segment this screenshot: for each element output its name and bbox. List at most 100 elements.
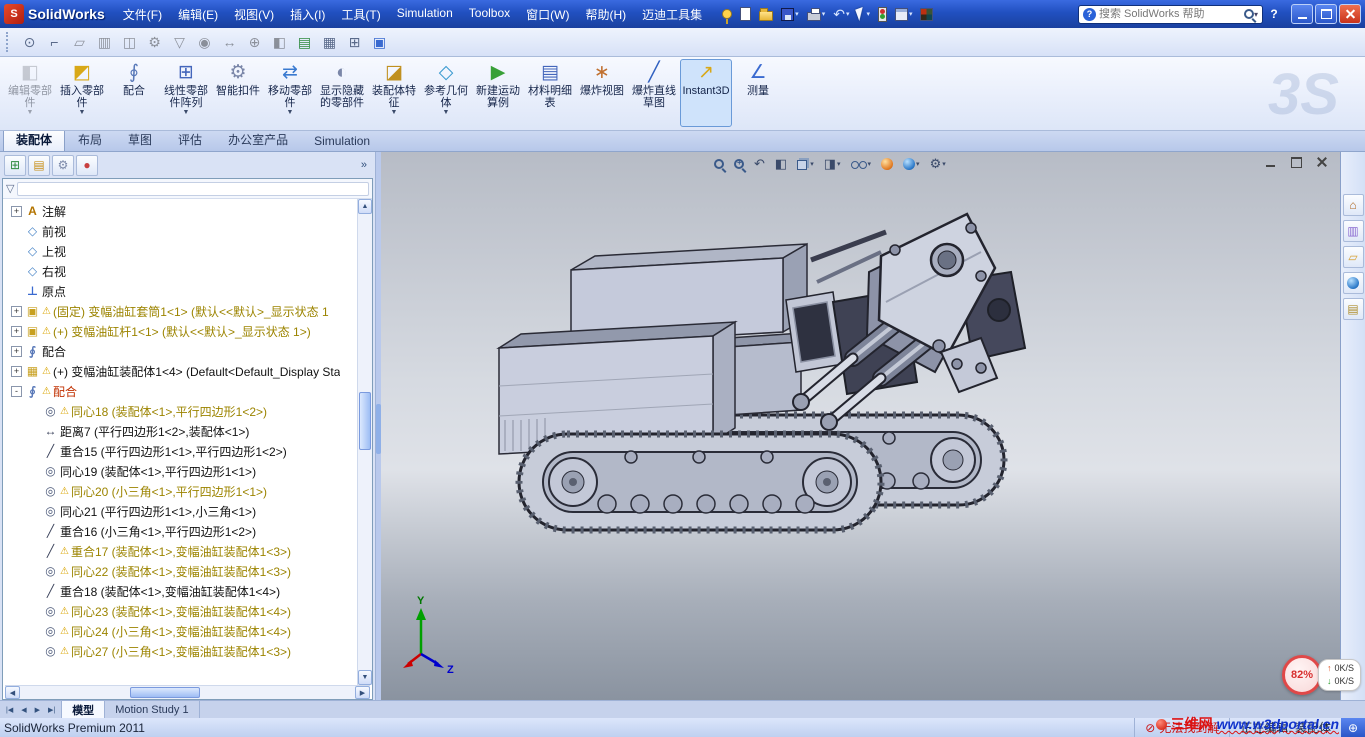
doc-minimize-button[interactable]: [1262, 155, 1278, 169]
download-monitor-widget[interactable]: 82% ↑0K/S ↓0K/S: [1282, 655, 1361, 695]
propertymanager-tab[interactable]: ▤: [28, 155, 50, 176]
print-preview-icon[interactable]: ▦: [318, 31, 341, 54]
expand-toggle-icon[interactable]: +: [11, 306, 22, 317]
tab-layout[interactable]: 布局: [65, 128, 115, 151]
select-button[interactable]: ▾: [854, 4, 873, 24]
doc-close-button[interactable]: [1314, 155, 1330, 169]
expand-toggle-icon[interactable]: [29, 526, 40, 537]
expand-toggle-icon[interactable]: -: [11, 386, 22, 397]
tree-subassembly[interactable]: + ▦ ⚠ (+) 变幅油缸装配体1<4> (Default<Default_D…: [3, 361, 357, 381]
target-icon[interactable]: ⊕: [243, 31, 266, 54]
component-icon[interactable]: ◫: [118, 31, 141, 54]
measure-button[interactable]: ∠ 测量: [732, 59, 784, 127]
doc-restore-button[interactable]: [1288, 155, 1304, 169]
tab-motion-study-1[interactable]: Motion Study 1: [105, 701, 199, 718]
configurationmanager-tab[interactable]: ⚙: [52, 155, 74, 176]
scroll-left-button[interactable]: ◀: [5, 686, 20, 699]
explode-line-sketch-button[interactable]: ╱ 爆炸直线草图: [628, 59, 680, 127]
design-library-tab[interactable]: ▥: [1343, 220, 1364, 242]
assembly-features-button[interactable]: ◪ 装配体特征 ▼: [368, 59, 420, 127]
tab-model[interactable]: 模型: [62, 701, 105, 718]
3d-model[interactable]: Y Z: [381, 152, 1340, 700]
prev-tab-button[interactable]: ◀: [18, 704, 29, 716]
previous-view-button[interactable]: ↶: [751, 154, 768, 174]
copy-icon[interactable]: ▱: [68, 31, 91, 54]
print-button[interactable]: ▾: [804, 4, 829, 24]
undo-button[interactable]: ↶ ▾: [830, 4, 852, 24]
expand-toggle-icon[interactable]: +: [11, 346, 22, 357]
appearancemanager-tab[interactable]: ●: [76, 155, 98, 176]
tree-mates-folder-2[interactable]: - ∮ ⚠ 配合: [3, 381, 357, 401]
edit-component-button[interactable]: ◧ 编辑零部件 ▼: [4, 59, 56, 127]
expand-toggle-icon[interactable]: [11, 226, 22, 237]
expand-toggle-icon[interactable]: [29, 646, 40, 657]
mate-concentric-24[interactable]: ◎ ⚠ 同心24 (小三角<1>,变幅油缸装配体1<4>): [3, 621, 357, 641]
save-button[interactable]: ▾: [778, 4, 802, 24]
mate-concentric-20[interactable]: ◎ ⚠ 同心20 (小三角<1>,平行四边形1<1>): [3, 481, 357, 501]
expand-toggle-icon[interactable]: [29, 586, 40, 597]
scroll-up-button[interactable]: ▲: [358, 199, 372, 214]
tree-annotations[interactable]: + A 注解: [3, 201, 357, 221]
menu-simulation[interactable]: Simulation: [389, 2, 461, 27]
mate-concentric-27[interactable]: ◎ ⚠ 同心27 (小三角<1>,变幅油缸装配体1<3>): [3, 641, 357, 661]
menu-window[interactable]: 窗口(W): [518, 2, 577, 27]
scroll-right-button[interactable]: ▶: [355, 686, 370, 699]
instant3d-button[interactable]: ↗ Instant3D: [680, 59, 732, 127]
insert-components-button[interactable]: ◩ 插入零部件 ▼: [56, 59, 108, 127]
exploded-view-button[interactable]: ∗ 爆炸视图: [576, 59, 628, 127]
progress-badge[interactable]: 82%: [1282, 655, 1322, 695]
display-style-button[interactable]: ◨ ▾: [821, 154, 844, 174]
mate-coincident-18[interactable]: ╱ 重合18 (装配体<1>,变幅油缸装配体1<4>): [3, 581, 357, 601]
search-dropdown-icon[interactable]: ▾: [1254, 10, 1258, 19]
tab-sketch[interactable]: 草图: [115, 128, 165, 151]
move-component-button[interactable]: ⇄ 移动零部件 ▼: [264, 59, 316, 127]
custom-properties-tab[interactable]: ▤: [1343, 298, 1364, 320]
minimize-button[interactable]: [1291, 4, 1313, 24]
apply-scene-button[interactable]: ▾: [900, 156, 923, 172]
graphics-viewport[interactable]: Y Z: [381, 152, 1340, 700]
tree-filter-input[interactable]: [17, 182, 369, 196]
tree-top-plane[interactable]: ◇ 上视: [3, 241, 357, 261]
expand-toggle-icon[interactable]: [29, 466, 40, 477]
measure-icon[interactable]: ↔: [218, 31, 241, 54]
mate-concentric-23[interactable]: ◎ ⚠ 同心23 (装配体<1>,变幅油缸装配体1<4>): [3, 601, 357, 621]
mate-coincident-17[interactable]: ╱ ⚠ 重合17 (装配体<1>,变幅油缸装配体1<3>): [3, 541, 357, 561]
tree-component-cylinder-sleeve[interactable]: + ▣ ⚠ (固定) 变幅油缸套筒1<1> (默认<<默认>_显示状态 1: [3, 301, 357, 321]
rebuild-button[interactable]: [875, 4, 890, 24]
mate-button[interactable]: ∮ 配合: [108, 59, 160, 127]
linear-component-pattern-button[interactable]: ⊞ 线性零部件阵列 ▼: [160, 59, 212, 127]
tree-right-plane[interactable]: ◇ 右视: [3, 261, 357, 281]
help-panel-icon[interactable]: ▣: [368, 31, 391, 54]
menu-toolbox[interactable]: Toolbox: [461, 2, 518, 27]
color-swatch-button[interactable]: [917, 4, 936, 24]
paste-icon[interactable]: ▥: [93, 31, 116, 54]
gear-icon[interactable]: ⚙: [143, 31, 166, 54]
smart-fasteners-button[interactable]: ⚙ 智能扣件: [212, 59, 264, 127]
help-button[interactable]: ?: [1264, 4, 1284, 24]
expand-toggle-icon[interactable]: [29, 546, 40, 557]
expand-toggle-icon[interactable]: [11, 286, 22, 297]
reference-geometry-button[interactable]: ◇ 参考几何体 ▼: [420, 59, 472, 127]
mate-distance-7[interactable]: ↔ 距离7 (平行四边形1<2>,装配体<1>): [3, 421, 357, 441]
mate-concentric-18[interactable]: ◎ ⚠ 同心18 (装配体<1>,平行四边形1<2>): [3, 401, 357, 421]
menu-help[interactable]: 帮助(H): [577, 2, 634, 27]
visibility-icon[interactable]: ◉: [193, 31, 216, 54]
mate-coincident-16[interactable]: ╱ 重合16 (小三角<1>,平行四边形1<2>): [3, 521, 357, 541]
show-hidden-components-button[interactable]: ◐ 显示隐藏的零部件: [316, 59, 368, 127]
expand-toggle-icon[interactable]: [29, 446, 40, 457]
search-input[interactable]: [1099, 8, 1244, 20]
menu-edit[interactable]: 编辑(E): [170, 2, 226, 27]
expand-toggle-icon[interactable]: +: [11, 326, 22, 337]
grid-icon[interactable]: ⊞: [343, 31, 366, 54]
tree-origin[interactable]: ⊥ 原点: [3, 281, 357, 301]
tree-mates-folder[interactable]: + ∮ 配合: [3, 341, 357, 361]
zoom-fit-button[interactable]: [711, 157, 727, 171]
tab-simulation[interactable]: Simulation: [301, 131, 383, 151]
expand-toggle-icon[interactable]: [11, 246, 22, 257]
mate-concentric-19[interactable]: ◎ 同心19 (装配体<1>,平行四边形1<1>): [3, 461, 357, 481]
restore-button[interactable]: [1315, 4, 1337, 24]
section-view-button[interactable]: ◧: [772, 154, 790, 174]
open-button[interactable]: [756, 4, 776, 24]
menu-file[interactable]: 文件(F): [115, 2, 170, 27]
file-explorer-tab[interactable]: ▱: [1343, 246, 1364, 268]
